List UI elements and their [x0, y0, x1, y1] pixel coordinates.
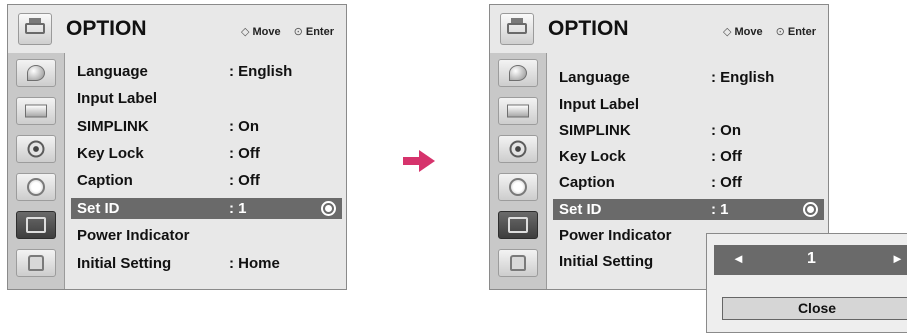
option-header-icon [18, 13, 52, 45]
sidebar-tab-lock[interactable] [16, 249, 56, 277]
sidebar-tab-picture[interactable] [498, 97, 538, 125]
sidebar-tab-time[interactable] [16, 173, 56, 201]
clock-icon [509, 178, 527, 196]
satellite-dish-icon [27, 65, 45, 81]
item-label: Initial Setting [559, 253, 654, 270]
lock-icon [28, 255, 44, 271]
sidebar-tab-option[interactable] [16, 211, 56, 239]
menu-item-language[interactable]: Language : English [71, 61, 342, 82]
menu-item-set-id[interactable]: Set ID : 1 [553, 199, 824, 220]
item-label: Power Indicator [77, 227, 190, 244]
item-label: Caption [77, 172, 133, 189]
item-value: : On [711, 122, 741, 139]
step-arrow-icon [403, 150, 435, 172]
sidebar-tab-lock[interactable] [498, 249, 538, 277]
menu-title: OPTION [548, 17, 629, 40]
item-label: Caption [559, 174, 615, 191]
set-id-popup: ◄ 1 ► Close [706, 233, 907, 333]
item-value: : Off [711, 174, 742, 191]
item-value: : Off [229, 172, 260, 189]
item-value: : 1 [711, 201, 729, 218]
menu-item-language[interactable]: Language : English [553, 67, 824, 88]
menu-item-caption[interactable]: Caption : Off [553, 172, 824, 193]
item-value: : On [229, 118, 259, 135]
item-label: Input Label [77, 90, 157, 107]
item-value: : Off [711, 148, 742, 165]
picture-icon [507, 104, 529, 118]
set-id-value-selector[interactable]: ◄ 1 ► [714, 245, 907, 275]
item-label: Set ID [77, 200, 120, 217]
category-sidebar [490, 53, 547, 289]
enter-label: Enter [787, 26, 816, 38]
menu-header: OPTION ◇ Move ⊙ Enter [8, 5, 346, 53]
menu-item-input-label[interactable]: Input Label [553, 94, 824, 115]
item-value: : English [229, 63, 293, 80]
item-label: Language [77, 63, 148, 80]
right-arrow-icon[interactable]: ► [891, 251, 904, 266]
move-arrows-icon: ◇ [241, 26, 250, 38]
nav-hint: ◇ Move ⊙ Enter [723, 25, 816, 38]
sidebar-tab-channel[interactable] [16, 59, 56, 87]
item-value: : English [711, 69, 775, 86]
audio-icon [509, 140, 527, 158]
move-arrows-icon: ◇ [723, 26, 732, 38]
sidebar-tab-audio[interactable] [498, 135, 538, 163]
menu-item-key-lock[interactable]: Key Lock : Off [71, 143, 342, 164]
item-label: Input Label [559, 96, 639, 113]
enter-label: Enter [305, 26, 334, 38]
enter-radio-icon [803, 202, 818, 217]
item-label: SIMPLINK [77, 118, 149, 135]
category-sidebar [8, 53, 65, 289]
menu-item-initial-setting[interactable]: Initial Setting : Home [71, 253, 342, 274]
option-icon [508, 217, 528, 233]
menu-item-caption[interactable]: Caption : Off [71, 170, 342, 191]
close-button[interactable]: Close [722, 297, 907, 320]
menu-item-simplink[interactable]: SIMPLINK : On [553, 120, 824, 141]
audio-icon [27, 140, 45, 158]
item-label: SIMPLINK [559, 122, 631, 139]
item-label: Initial Setting [77, 255, 172, 272]
sidebar-tab-audio[interactable] [16, 135, 56, 163]
option-menu-before: OPTION ◇ Move ⊙ Enter Language : English In… [7, 4, 347, 290]
menu-item-key-lock[interactable]: Key Lock : Off [553, 146, 824, 167]
enter-icon: ⊙ [775, 26, 785, 38]
item-label: Key Lock [77, 145, 144, 162]
item-value: : Home [229, 255, 280, 272]
sidebar-tab-picture[interactable] [16, 97, 56, 125]
menu-title: OPTION [66, 17, 147, 40]
option-header-icon [500, 13, 534, 45]
sidebar-tab-channel[interactable] [498, 59, 538, 87]
item-label: Language [559, 69, 630, 86]
sidebar-tab-time[interactable] [498, 173, 538, 201]
menu-item-set-id[interactable]: Set ID : 1 [71, 198, 342, 219]
menu-item-input-label[interactable]: Input Label [71, 88, 342, 109]
item-label: Set ID [559, 201, 602, 218]
move-label: Move [734, 26, 763, 38]
enter-radio-icon [321, 201, 336, 216]
item-label: Key Lock [559, 148, 626, 165]
satellite-dish-icon [509, 65, 527, 81]
menu-item-simplink[interactable]: SIMPLINK : On [71, 116, 342, 137]
picture-icon [25, 104, 47, 118]
menu-header: OPTION ◇ Move ⊙ Enter [490, 5, 828, 53]
sidebar-tab-option[interactable] [498, 211, 538, 239]
menu-item-power-indicator[interactable]: Power Indicator [71, 225, 342, 246]
nav-hint: ◇ Move ⊙ Enter [241, 25, 334, 38]
item-value: : Off [229, 145, 260, 162]
set-id-value: 1 [807, 250, 816, 267]
move-label: Move [252, 26, 281, 38]
option-icon [26, 217, 46, 233]
clock-icon [27, 178, 45, 196]
enter-icon: ⊙ [293, 26, 303, 38]
lock-icon [510, 255, 526, 271]
item-label: Power Indicator [559, 227, 672, 244]
item-value: : 1 [229, 200, 247, 217]
